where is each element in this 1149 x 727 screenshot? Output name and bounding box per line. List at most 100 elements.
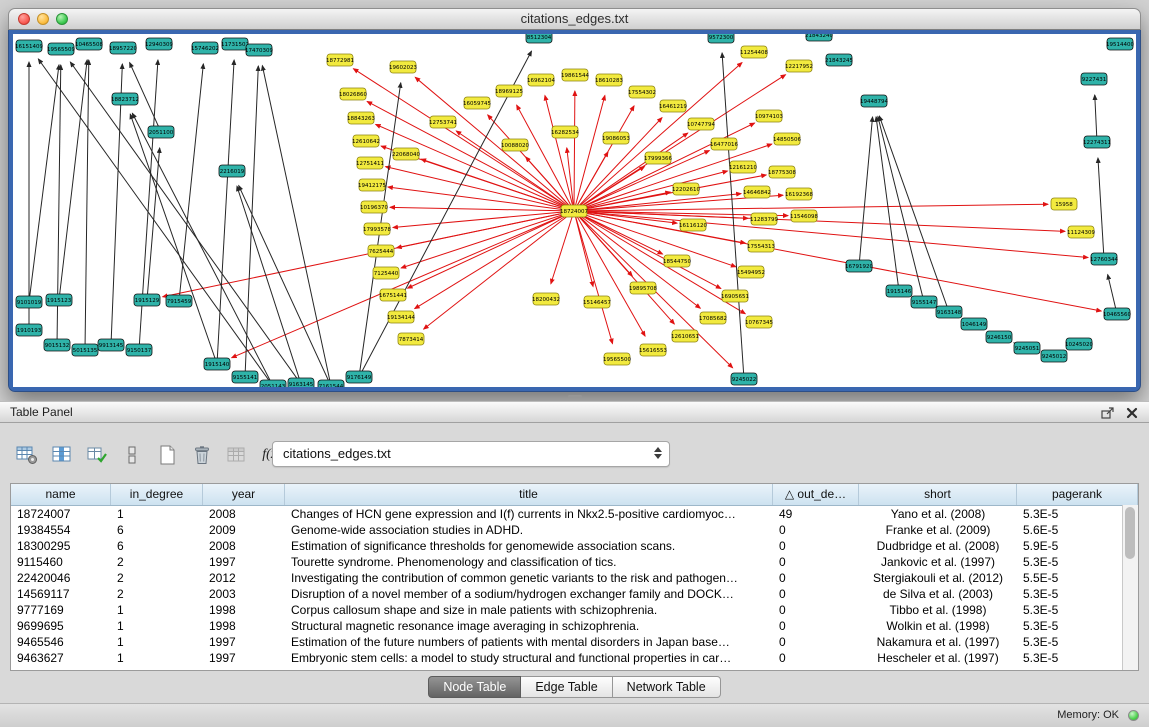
- table-cell-year[interactable]: 2008: [203, 538, 285, 554]
- table-row[interactable]: 911546021997Tourette syndrome. Phenomeno…: [11, 554, 1138, 570]
- graph-node[interactable]: 12751411: [356, 157, 384, 169]
- table-cell-name[interactable]: 18300295: [11, 538, 111, 554]
- table-cell-year[interactable]: 2009: [203, 522, 285, 538]
- graph-node[interactable]: 19448794: [860, 95, 888, 107]
- graph-node[interactable]: 1915140: [204, 358, 230, 370]
- graph-node[interactable]: 2051100: [148, 126, 174, 138]
- table-cell-in_degree[interactable]: 1: [111, 506, 203, 522]
- apply-table-style-button[interactable]: [84, 442, 110, 468]
- graph-node[interactable]: 2051143: [260, 380, 286, 387]
- table-cell-out_degree[interactable]: 0: [773, 602, 859, 618]
- window-titlebar[interactable]: citations_edges.txt: [8, 8, 1141, 30]
- network-graph[interactable]: 1872400718772981180268601884326312610642…: [13, 34, 1136, 387]
- table-cell-pagerank[interactable]: 5.6E-5: [1017, 522, 1138, 538]
- table-cell-in_degree[interactable]: 1: [111, 618, 203, 634]
- panel-splitter[interactable]: [0, 392, 1149, 401]
- delete-table-button[interactable]: [189, 442, 215, 468]
- table-settings-button[interactable]: [14, 442, 40, 468]
- table-cell-year[interactable]: 1997: [203, 634, 285, 650]
- graph-node[interactable]: 9101019: [16, 296, 42, 308]
- citation-edge-red[interactable]: [386, 167, 574, 211]
- graph-node[interactable]: 17554313: [747, 240, 775, 252]
- graph-node[interactable]: 17470309: [245, 44, 273, 56]
- citation-edge-black[interactable]: [878, 117, 924, 302]
- table-cell-year[interactable]: 1998: [203, 602, 285, 618]
- table-cell-title[interactable]: Estimation of the future numbers of pati…: [285, 634, 773, 650]
- citation-edge-black[interactable]: [38, 59, 273, 386]
- graph-node[interactable]: 18843263: [347, 112, 375, 124]
- table-cell-name[interactable]: 22420046: [11, 570, 111, 586]
- graph-node[interactable]: 7125440: [373, 267, 399, 279]
- graph-node[interactable]: 18957220: [109, 42, 137, 54]
- table-cell-out_degree[interactable]: 0: [773, 650, 859, 666]
- graph-node[interactable]: 19514400: [1106, 38, 1134, 50]
- graph-node[interactable]: 10465560: [1103, 308, 1131, 320]
- table-cell-in_degree[interactable]: 6: [111, 538, 203, 554]
- graph-node[interactable]: 9163148: [936, 306, 962, 318]
- citation-edge-red[interactable]: [415, 77, 574, 211]
- column-header-short[interactable]: short: [859, 484, 1017, 505]
- graph-node[interactable]: 15146457: [583, 296, 611, 308]
- graph-node[interactable]: 9176149: [346, 371, 372, 383]
- table-cell-name[interactable]: 9463627: [11, 650, 111, 666]
- table-scrollbar[interactable]: [1122, 505, 1138, 670]
- table-row[interactable]: 946362711997Embryonic stem cells: a mode…: [11, 650, 1138, 666]
- table-cell-title[interactable]: Investigating the contribution of common…: [285, 570, 773, 586]
- graph-node[interactable]: 12610642: [352, 135, 380, 147]
- graph-node[interactable]: 1915129: [134, 294, 160, 306]
- table-row[interactable]: 1872400712008Changes of HCN gene express…: [11, 506, 1138, 522]
- table-cell-out_degree[interactable]: 0: [773, 586, 859, 602]
- graph-node[interactable]: 10747794: [687, 118, 715, 130]
- graph-node[interactable]: 18969125: [495, 85, 523, 97]
- table-cell-pagerank[interactable]: 5.3E-5: [1017, 618, 1138, 634]
- citation-edge-red[interactable]: [574, 211, 1088, 258]
- graph-node[interactable]: 19565500: [603, 353, 631, 365]
- show-columns-button[interactable]: [49, 442, 75, 468]
- citation-edge-red[interactable]: [551, 211, 574, 284]
- zoom-window-button[interactable]: [56, 13, 68, 25]
- table-cell-out_degree[interactable]: 0: [773, 634, 859, 650]
- graph-node[interactable]: 9163145: [288, 378, 314, 387]
- graph-node[interactable]: 10974103: [755, 110, 783, 122]
- citation-edge-black[interactable]: [262, 66, 331, 386]
- table-cell-out_degree[interactable]: 0: [773, 522, 859, 538]
- graph-node[interactable]: 19602023: [389, 61, 417, 73]
- column-header-in_degree[interactable]: in_degree: [111, 484, 203, 505]
- network-canvas[interactable]: 1872400718772981180268601884326312610642…: [13, 34, 1136, 387]
- table-row[interactable]: 2242004622012Investigating the contribut…: [11, 570, 1138, 586]
- table-cell-pagerank[interactable]: 5.3E-5: [1017, 650, 1138, 666]
- graph-node[interactable]: 19565509: [47, 43, 75, 55]
- table-cell-in_degree[interactable]: 1: [111, 634, 203, 650]
- table-cell-title[interactable]: Genome-wide association studies in ADHD.: [285, 522, 773, 538]
- citation-edge-black[interactable]: [1098, 158, 1104, 259]
- citation-edge-black[interactable]: [217, 60, 234, 364]
- table-cell-year[interactable]: 1997: [203, 554, 285, 570]
- table-cell-pagerank[interactable]: 5.3E-5: [1017, 506, 1138, 522]
- citation-edge-black[interactable]: [130, 114, 217, 364]
- graph-node[interactable]: 10465508: [75, 38, 103, 50]
- table-row[interactable]: 1456911722003Disruption of a novel membe…: [11, 586, 1138, 602]
- citation-edge-black[interactable]: [59, 60, 87, 300]
- graph-node[interactable]: 9245012: [1041, 350, 1067, 362]
- table-cell-pagerank[interactable]: 5.3E-5: [1017, 586, 1138, 602]
- table-cell-name[interactable]: 18724007: [11, 506, 111, 522]
- graph-node[interactable]: 22068040: [392, 148, 420, 160]
- table-cell-name[interactable]: 9699695: [11, 618, 111, 634]
- graph-node[interactable]: 9245022: [731, 373, 757, 385]
- table-cell-short[interactable]: Tibbo et al. (1998): [859, 602, 1017, 618]
- graph-node[interactable]: 7873414: [398, 333, 424, 345]
- citation-edge-red[interactable]: [401, 211, 574, 268]
- table-cell-title[interactable]: Embryonic stem cells: a model to study s…: [285, 650, 773, 666]
- graph-node[interactable]: 1915146: [886, 285, 912, 297]
- graph-node[interactable]: 1046149: [961, 318, 987, 330]
- graph-node[interactable]: 21843240: [805, 34, 833, 41]
- graph-node[interactable]: 19895708: [629, 282, 657, 294]
- table-cell-pagerank[interactable]: 5.3E-5: [1017, 602, 1138, 618]
- table-cell-out_degree[interactable]: 0: [773, 538, 859, 554]
- graph-node[interactable]: 16905651: [721, 290, 749, 302]
- citation-edge-red[interactable]: [574, 152, 608, 211]
- table-cell-pagerank[interactable]: 5.3E-5: [1017, 634, 1138, 650]
- citation-edge-black[interactable]: [859, 117, 873, 266]
- graph-node[interactable]: 7625444: [368, 245, 394, 257]
- column-header-pagerank[interactable]: pagerank: [1017, 484, 1138, 505]
